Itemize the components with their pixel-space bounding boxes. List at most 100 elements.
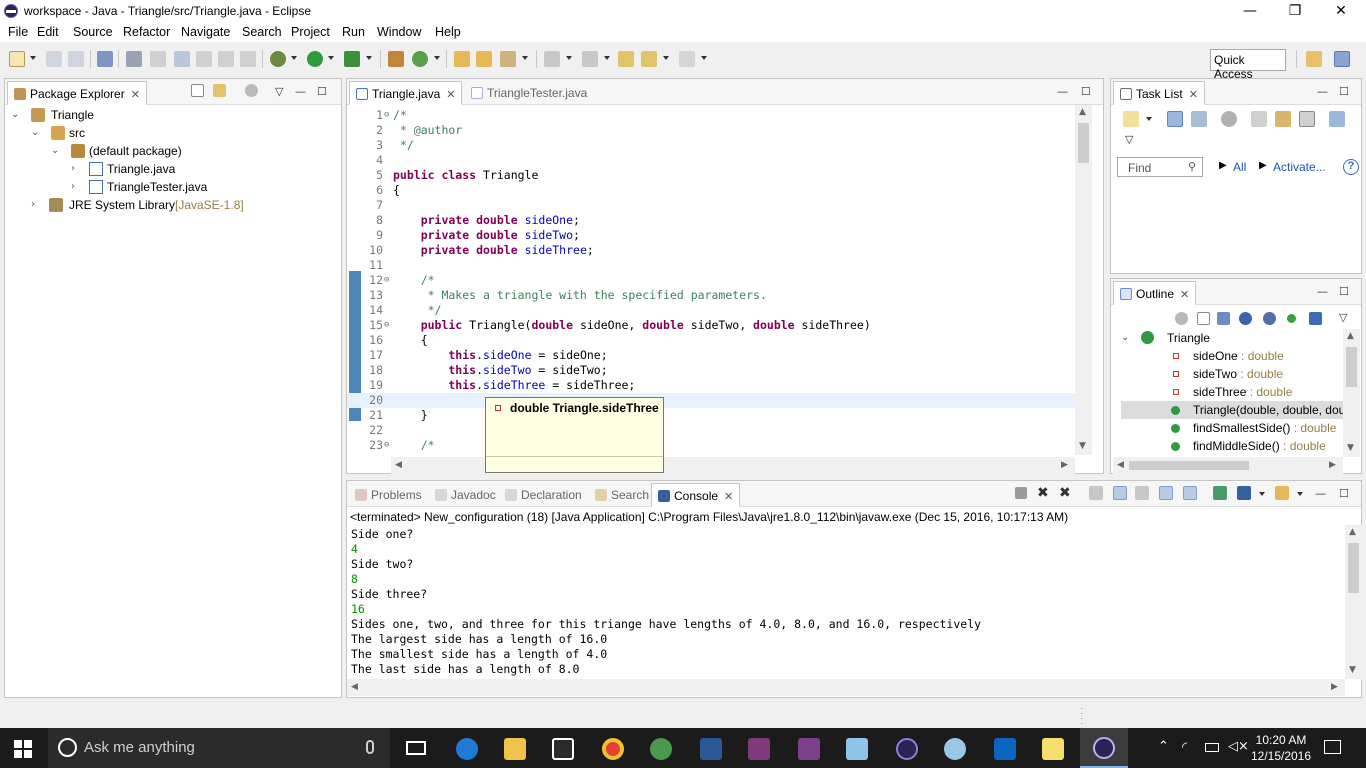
maximize-view-icon[interactable]: ☐ <box>1081 85 1091 98</box>
code-line[interactable]: 10 private double sideThree; <box>347 243 1077 258</box>
sync-icon[interactable] <box>1329 111 1345 127</box>
close-tab-icon[interactable]: ✕ <box>446 89 455 101</box>
minimize-view-icon[interactable]: — <box>1317 85 1328 98</box>
hide-fields-icon[interactable] <box>1239 312 1252 325</box>
edge-icon[interactable] <box>456 738 478 760</box>
editor-vertical-scrollbar[interactable]: ▲ ▼ <box>1075 105 1092 455</box>
filter-icon[interactable] <box>1221 111 1237 127</box>
chevron-right-icon[interactable]: › <box>71 182 81 192</box>
fold-toggle-icon[interactable]: ⊖ <box>384 318 389 333</box>
code-line[interactable]: 8 private double sideOne; <box>347 213 1077 228</box>
close-tab-icon[interactable]: ✕ <box>1189 89 1198 101</box>
debug-icon[interactable] <box>270 51 286 67</box>
show-on-stdout-icon[interactable] <box>1159 486 1173 500</box>
code-line[interactable]: 16 { <box>347 333 1077 348</box>
chevron-down-icon[interactable]: ⌄ <box>1121 333 1131 343</box>
show-on-stderr-icon[interactable] <box>1183 486 1197 500</box>
block-selection-icon[interactable] <box>150 51 166 67</box>
display-console-icon[interactable] <box>1237 486 1251 500</box>
code-line[interactable]: 20 <box>347 393 1077 408</box>
open-console-icon[interactable] <box>1275 486 1289 500</box>
microphone-icon[interactable] <box>366 740 374 754</box>
restore-button[interactable]: ❐ <box>1272 0 1318 22</box>
outline-item[interactable]: Triangle(double, double, dou <box>1121 401 1343 419</box>
minimize-view-icon[interactable]: — <box>1315 487 1326 500</box>
tab-package-explorer[interactable]: Package Explorer ✕ <box>7 81 147 105</box>
clear-console-icon[interactable] <box>1089 486 1103 500</box>
code-line[interactable]: 19 this.sideThree = sideThree; <box>347 378 1077 393</box>
globe-icon[interactable] <box>650 738 672 760</box>
console-vertical-scrollbar[interactable]: ▲ ▼ <box>1345 525 1362 679</box>
code-line[interactable]: 1 ⊖ /* <box>347 108 1077 123</box>
menu-file[interactable]: File <box>8 25 28 39</box>
new-dropdown-icon[interactable] <box>30 56 36 60</box>
chevron-down-icon[interactable]: ⌄ <box>51 146 61 156</box>
external-tools-icon[interactable] <box>344 51 360 67</box>
menu-edit[interactable]: Edit <box>37 25 59 39</box>
tab-triangle-tester[interactable]: TriangleTester.java <box>465 81 593 105</box>
tab-triangle-java[interactable]: Triangle.java ✕ <box>349 81 463 105</box>
filter-icon[interactable] <box>1175 312 1188 325</box>
winrar-icon[interactable] <box>798 738 820 760</box>
system-clock[interactable]: 10:20 AM 12/15/2016 <box>1250 732 1312 764</box>
code-line[interactable]: 5 public class Triangle <box>347 168 1077 183</box>
mark-occurrences-icon[interactable] <box>126 51 142 67</box>
last-edit-location-icon[interactable] <box>618 51 634 67</box>
pin-console-icon[interactable] <box>1213 486 1227 500</box>
outline-item[interactable]: sideThree : double <box>1121 383 1343 401</box>
code-line[interactable]: 7 <box>347 198 1077 213</box>
back-icon[interactable] <box>641 51 657 67</box>
terminate-icon[interactable] <box>1015 487 1027 499</box>
remove-all-icon[interactable]: ✖ <box>1059 485 1071 501</box>
save-icon[interactable] <box>46 51 62 67</box>
action-center-icon[interactable] <box>1324 740 1341 754</box>
forward-dropdown-icon[interactable] <box>701 56 707 60</box>
next-edit-dropdown-icon[interactable] <box>566 56 572 60</box>
hide-non-public-icon[interactable] <box>1287 314 1296 323</box>
code-line[interactable]: 14 */ <box>347 303 1077 318</box>
new-java-project-icon[interactable] <box>388 51 404 67</box>
debug-dropdown-icon[interactable] <box>291 56 297 60</box>
new-task-dropdown-icon[interactable] <box>1146 117 1152 121</box>
tab-search[interactable]: Search <box>589 483 655 507</box>
prev-edit-dropdown-icon[interactable] <box>604 56 610 60</box>
tab-javadoc[interactable]: Javadoc <box>429 483 502 507</box>
code-line[interactable]: 15 ⊖ public Triangle(double sideOne, doub… <box>347 318 1077 333</box>
battery-icon[interactable] <box>1205 743 1219 752</box>
console-horizontal-scrollbar[interactable]: ◀ ▶ <box>347 679 1345 696</box>
windows-start-icon[interactable] <box>14 740 32 758</box>
code-line[interactable]: 22 <box>347 423 1077 438</box>
minimize-view-icon[interactable]: — <box>295 85 306 98</box>
display-console-dropdown-icon[interactable] <box>1259 492 1265 496</box>
all-link[interactable]: All <box>1233 160 1246 174</box>
menu-source[interactable]: Source <box>73 25 113 39</box>
file-explorer-icon[interactable] <box>504 738 526 760</box>
fold-toggle-icon[interactable]: ⊖ <box>384 108 389 123</box>
tab-declaration[interactable]: Declaration <box>499 483 588 507</box>
show-whitespace-icon[interactable] <box>218 51 234 67</box>
menu-window[interactable]: Window <box>377 25 421 39</box>
open-perspective-icon[interactable] <box>1306 51 1322 67</box>
sort-icon[interactable] <box>1217 312 1230 325</box>
remove-launch-icon[interactable]: ✖ <box>1037 485 1049 501</box>
open-type-icon[interactable] <box>454 51 470 67</box>
wifi-icon[interactable]: ◜ <box>1182 740 1187 755</box>
view-menu-icon[interactable]: ▽ <box>275 85 283 98</box>
chevron-right-icon[interactable]: › <box>31 200 41 210</box>
outline-item[interactable]: findSmallestSide() : double <box>1121 419 1343 437</box>
menu-project[interactable]: Project <box>291 25 330 39</box>
new-class-icon[interactable] <box>412 51 428 67</box>
code-line[interactable]: 3 */ <box>347 138 1077 153</box>
close-tab-icon[interactable]: ✕ <box>131 89 140 101</box>
collapse-tasks-icon[interactable] <box>1299 111 1315 127</box>
collapse-all-icon[interactable] <box>191 84 204 97</box>
new-class-dropdown-icon[interactable] <box>434 56 440 60</box>
chevron-up-icon[interactable]: ⌃ <box>1158 739 1169 754</box>
maximize-view-icon[interactable]: ☐ <box>1339 487 1349 500</box>
tab-outline[interactable]: Outline ✕ <box>1113 281 1197 305</box>
maximize-view-icon[interactable]: ☐ <box>317 85 327 98</box>
minimize-view-icon[interactable]: — <box>1057 85 1068 98</box>
outline-item[interactable]: sideOne : double <box>1121 347 1343 365</box>
hide-local-types-icon[interactable] <box>1309 312 1322 325</box>
outline-horizontal-scrollbar[interactable]: ◀ ▶ <box>1113 457 1343 474</box>
